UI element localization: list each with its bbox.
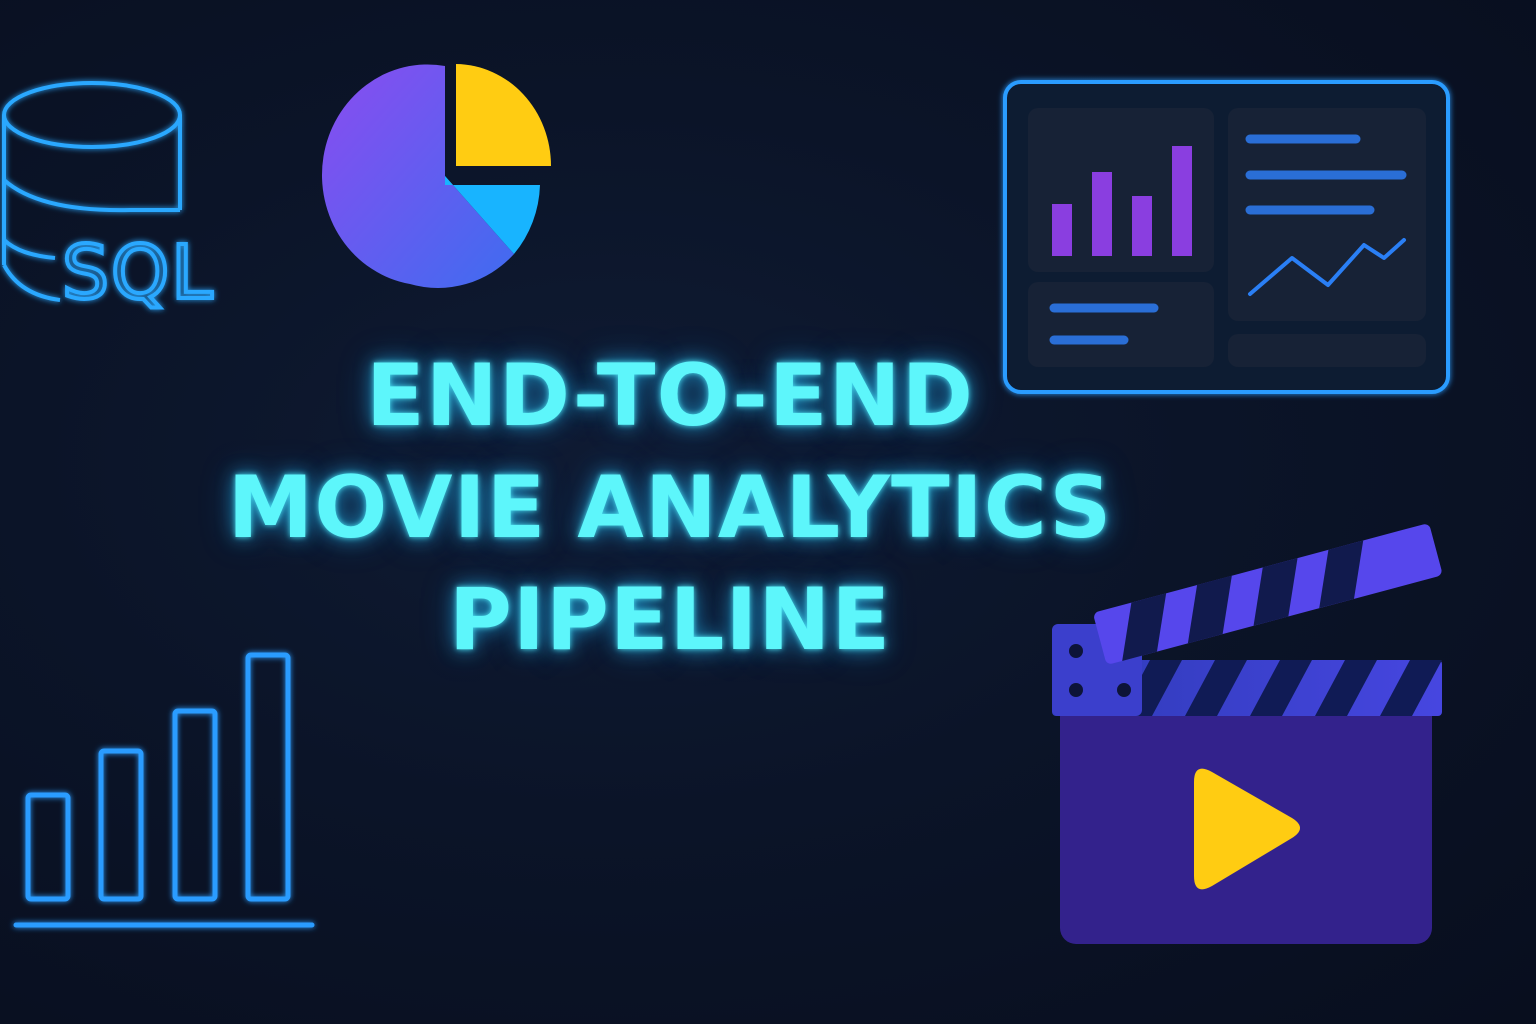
title-line-1: END-TO-END [366, 346, 974, 446]
dashboard-bar [1092, 172, 1112, 256]
dashboard-bar [1052, 204, 1072, 256]
title-line-2: MOVIE ANALYTICS [227, 458, 1113, 558]
dashboard-bar [1132, 196, 1152, 256]
page-title: END-TO-END MOVIE ANALYTICS PIPELINE [0, 340, 1340, 676]
pie-chart-icon [321, 64, 551, 289]
title-line-3: PIPELINE [448, 570, 892, 670]
sql-label: SQL [62, 230, 214, 316]
bar-chart-icon [13, 652, 315, 928]
dashboard-bar [1172, 146, 1192, 256]
